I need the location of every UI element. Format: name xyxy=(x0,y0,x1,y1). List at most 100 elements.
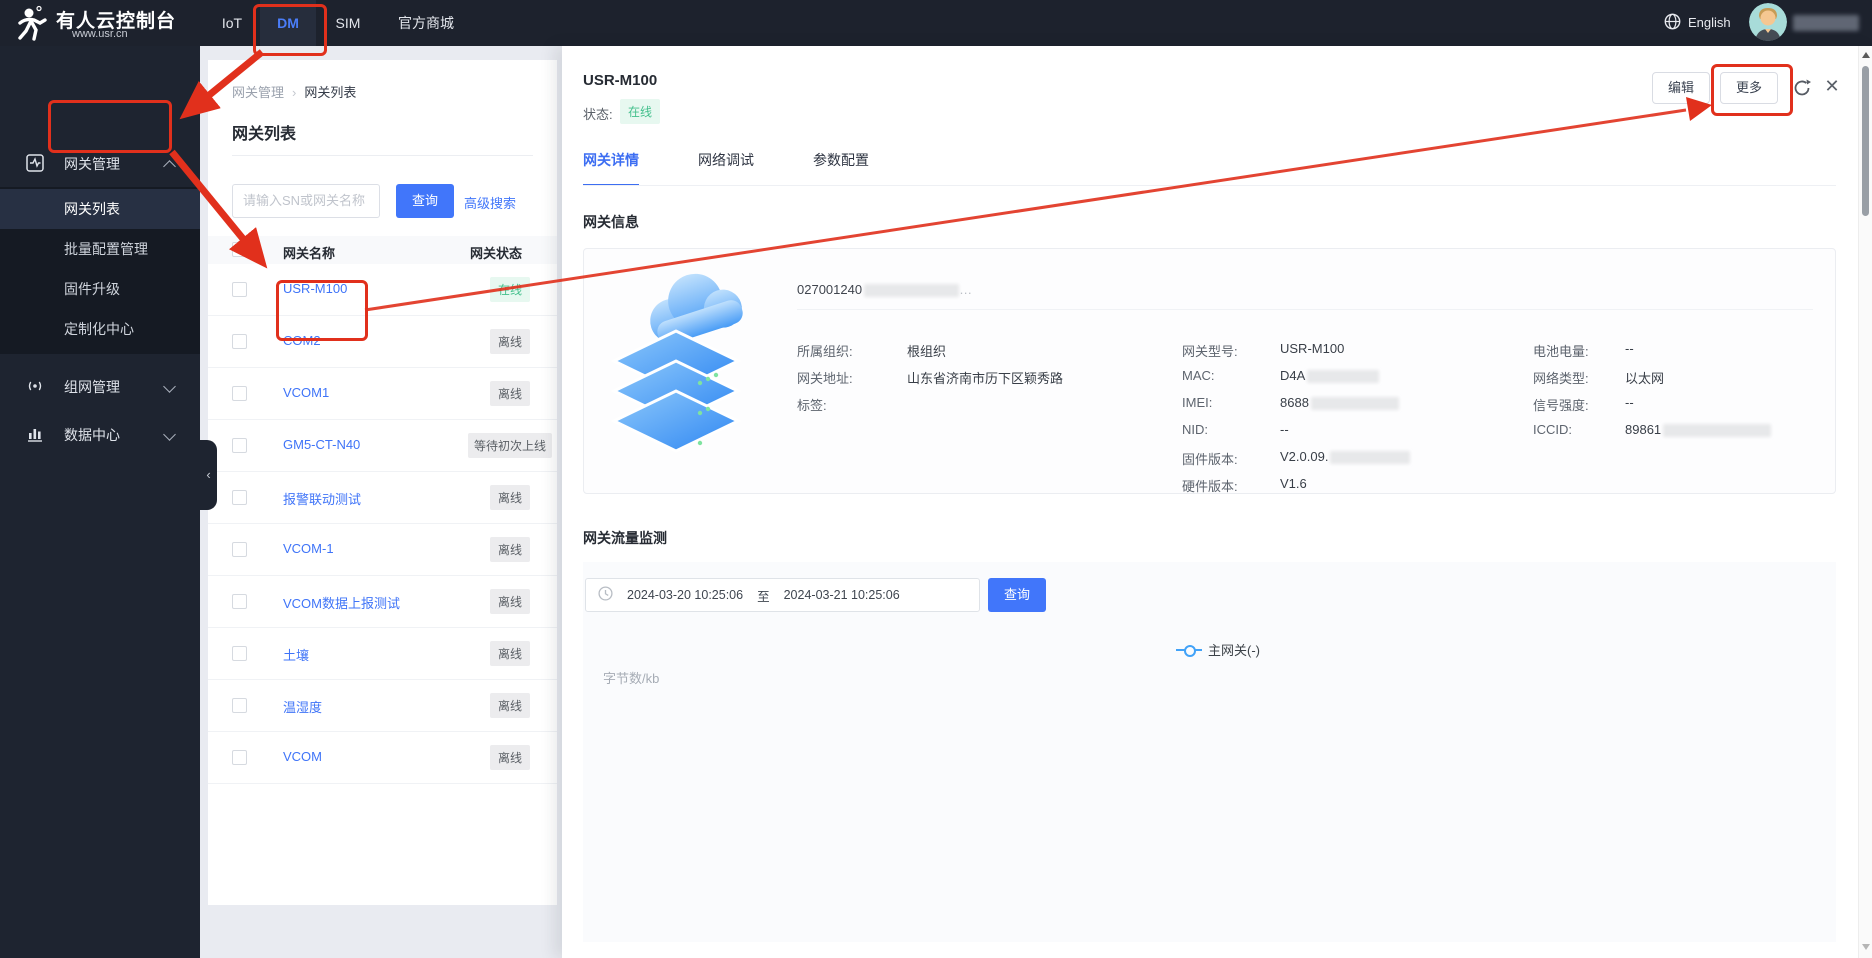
date-range-picker[interactable]: 2024-03-20 10:25:06 至 2024-03-21 10:25:0… xyxy=(585,578,980,612)
sidebar-group-networking-label: 组网管理 xyxy=(64,379,120,395)
status-badge: 离线 xyxy=(489,329,530,354)
nav-item-dm[interactable]: DM xyxy=(260,0,316,46)
gateway-name-link[interactable]: GM5-CT-N40 xyxy=(283,437,360,452)
sidebar-collapse-handle[interactable]: ‹ xyxy=(200,440,217,510)
row-checkbox[interactable] xyxy=(232,490,247,505)
sidebar-item-batch-config[interactable]: 批量配置管理 xyxy=(0,229,200,269)
globe-icon xyxy=(1664,13,1681,35)
sidebar-item-gateway-list[interactable]: 网关列表 xyxy=(0,189,200,229)
row-checkbox[interactable] xyxy=(232,542,247,557)
sidebar: 网关管理 网关列表 批量配置管理 固件升级 定制化中心 组网管理 数据中心 xyxy=(0,46,200,958)
gateway-list-panel: 网关管理 › 网关列表 网关列表 请输入SN或网关名称 查询 高级搜索 网关名称 网… xyxy=(208,60,557,905)
field-value: V2.0.09. xyxy=(1280,449,1411,465)
traffic-query-button[interactable]: 查询 xyxy=(988,578,1046,612)
gateway-sn: 027001240… xyxy=(797,282,973,298)
firmware-redacted xyxy=(1330,451,1411,465)
traffic-section-title: 网关流量监测 xyxy=(583,530,667,546)
mac-redacted xyxy=(1307,370,1380,384)
table-row: 温湿度 离线 xyxy=(208,680,557,732)
gateway-name-link[interactable]: USR-M100 xyxy=(283,281,347,296)
nav-item-mall[interactable]: 官方商城 xyxy=(384,0,468,46)
table-row: GM5-CT-N40 等待初次上线 xyxy=(208,420,557,472)
gateway-name-link[interactable]: 报警联动测试 xyxy=(283,489,361,508)
sn-redacted xyxy=(864,284,960,298)
table-row: 土壤 离线 xyxy=(208,628,557,680)
usr-logo-icon xyxy=(12,5,52,43)
drawer-scrollbar[interactable] xyxy=(1858,46,1872,958)
gateway-name-link[interactable]: VCOM xyxy=(283,749,322,764)
search-input[interactable]: 请输入SN或网关名称 xyxy=(232,184,380,218)
sidebar-item-firmware-upgrade[interactable]: 固件升级 xyxy=(0,269,200,309)
search-query-button[interactable]: 查询 xyxy=(396,184,454,218)
gateway-name-link[interactable]: 土壤 xyxy=(283,645,309,664)
sidebar-item-customization-center[interactable]: 定制化中心 xyxy=(0,309,200,349)
row-checkbox[interactable] xyxy=(232,282,247,297)
row-checkbox[interactable] xyxy=(232,646,247,661)
clock-icon xyxy=(598,586,613,604)
chevron-down-icon xyxy=(163,380,176,393)
advanced-search-link[interactable]: 高级搜索 xyxy=(464,193,516,212)
list-panel-title: 网关列表 xyxy=(232,126,297,143)
field-label: MAC: xyxy=(1182,368,1215,383)
row-checkbox[interactable] xyxy=(232,594,247,609)
tab-network-debug[interactable]: 网络调试 xyxy=(698,150,754,186)
nav-item-iot[interactable]: IoT xyxy=(204,0,260,46)
field-label: 标签: xyxy=(797,398,827,413)
chart-legend[interactable]: 主网关(-) xyxy=(1176,640,1260,659)
scrollbar-thumb[interactable] xyxy=(1862,66,1869,216)
tab-gateway-detail[interactable]: 网关详情 xyxy=(583,150,639,186)
gateway-name-link[interactable]: VCOM-1 xyxy=(283,541,334,556)
field-value: 山东省济南市历下区颖秀路 xyxy=(907,371,1064,386)
drawer-tabs: 网关详情 网络调试 参数配置 xyxy=(583,150,928,186)
status-badge: 离线 xyxy=(489,693,530,718)
tab-parameter-config[interactable]: 参数配置 xyxy=(813,150,869,186)
column-header-status: 网关状态 xyxy=(470,246,523,261)
refresh-icon[interactable] xyxy=(1792,78,1812,98)
status-badge: 离线 xyxy=(489,745,530,770)
language-switcher[interactable]: English xyxy=(1688,0,1731,46)
legend-line-icon xyxy=(1176,644,1202,657)
gateway-name-link[interactable]: 温湿度 xyxy=(283,697,322,716)
breadcrumb-parent[interactable]: 网关管理 xyxy=(232,85,284,100)
close-icon[interactable]: ✕ xyxy=(1822,76,1842,96)
field-value: -- xyxy=(1280,422,1289,437)
gateway-name-link[interactable]: COM2 xyxy=(283,333,321,348)
more-button[interactable]: 更多 xyxy=(1720,72,1778,104)
nav-item-sim[interactable]: SIM xyxy=(320,0,376,46)
drawer-status-label: 状态: xyxy=(583,107,613,122)
row-checkbox[interactable] xyxy=(232,698,247,713)
imei-redacted xyxy=(1310,397,1399,411)
scrollbar-up-arrow-icon[interactable] xyxy=(1862,52,1870,58)
scrollbar-down-arrow-icon[interactable] xyxy=(1862,944,1870,950)
avatar[interactable] xyxy=(1749,3,1787,41)
chevron-down-icon xyxy=(163,428,176,441)
table-body: USR-M100 在线 COM2 离线 VCOM1 离线 GM5-CT-N40 … xyxy=(208,264,557,784)
row-checkbox[interactable] xyxy=(232,386,247,401)
edit-button[interactable]: 编辑 xyxy=(1652,72,1710,104)
sidebar-group-networking[interactable]: 组网管理 xyxy=(0,364,200,408)
gateway-name-link[interactable]: VCOM数据上报测试 xyxy=(283,593,400,612)
chevron-up-icon xyxy=(163,160,176,173)
iccid-redacted xyxy=(1663,424,1772,438)
select-all-checkbox[interactable] xyxy=(232,242,247,257)
row-checkbox[interactable] xyxy=(232,438,247,453)
drawer-status-badge: 在线 xyxy=(620,99,661,124)
field-label: 网关型号: xyxy=(1182,344,1238,359)
gateway-name-link[interactable]: VCOM1 xyxy=(283,385,329,400)
gateway-info-section-title: 网关信息 xyxy=(583,214,639,230)
date-end[interactable]: 2024-03-21 10:25:06 xyxy=(784,588,900,602)
row-checkbox[interactable] xyxy=(232,750,247,765)
sidebar-group-gateway[interactable]: 网关管理 xyxy=(0,141,200,185)
table-row: VCOM 离线 xyxy=(208,732,557,784)
bar-chart-icon xyxy=(26,425,44,443)
y-axis-label: 字节数/kb xyxy=(603,671,660,686)
field-label: ICCID: xyxy=(1533,422,1572,437)
username-redacted[interactable] xyxy=(1793,15,1859,31)
sidebar-group-datacenter[interactable]: 数据中心 xyxy=(0,412,200,456)
field-label: 硬件版本: xyxy=(1182,479,1238,494)
field-label: 固件版本: xyxy=(1182,452,1238,467)
date-start[interactable]: 2024-03-20 10:25:06 xyxy=(627,588,743,602)
gateway-device-icon xyxy=(608,265,758,473)
legend-label: 主网关(-) xyxy=(1208,643,1260,658)
row-checkbox[interactable] xyxy=(232,334,247,349)
